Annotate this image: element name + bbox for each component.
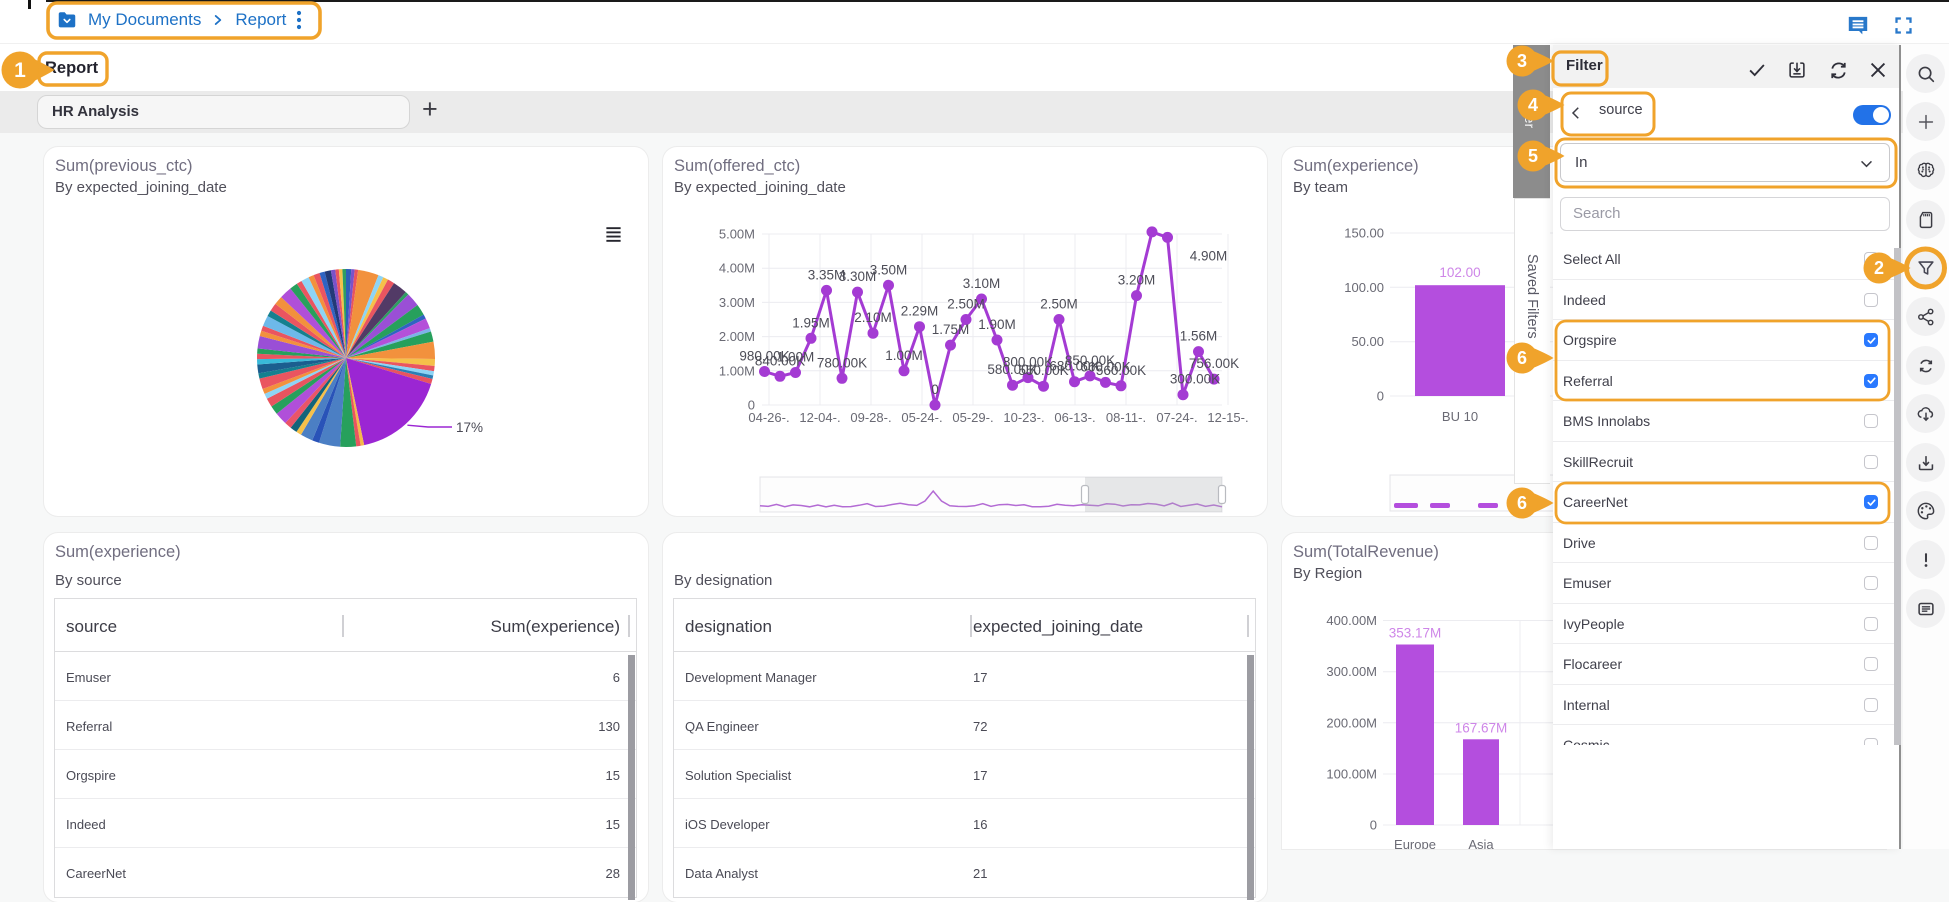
svg-text:200.00M: 200.00M [1326,715,1377,730]
svg-text:1.00M: 1.00M [719,363,755,378]
svg-text:5.00M: 5.00M [719,227,755,242]
svg-text:50.00: 50.00 [1351,334,1384,349]
svg-text:3.50M: 3.50M [870,262,908,277]
svg-text:2.29M: 2.29M [901,304,939,319]
svg-text:0: 0 [1377,389,1384,404]
svg-text:BU 10: BU 10 [1442,409,1478,424]
svg-text:1.75M: 1.75M [932,322,970,337]
svg-text:3.20M: 3.20M [1118,273,1156,288]
svg-text:04-26-.: 04-26-. [748,410,789,425]
svg-text:167.67M: 167.67M [1455,720,1508,735]
svg-text:2.50M: 2.50M [1040,297,1078,312]
svg-text:100.00M: 100.00M [1326,767,1377,782]
svg-text:08-11-.: 08-11-. [1106,410,1146,425]
svg-text:1.56M: 1.56M [1180,329,1218,344]
svg-text:05-24-.: 05-24-. [901,410,942,425]
svg-text:102.00: 102.00 [1439,265,1480,280]
svg-text:09-28-.: 09-28-. [850,410,891,425]
svg-text:4.90M: 4.90M [1190,248,1228,263]
svg-text:1.90M: 1.90M [978,317,1016,332]
svg-text:Asia: Asia [1468,837,1494,849]
svg-text:1.95M: 1.95M [792,315,830,330]
svg-text:150.00: 150.00 [1344,226,1384,241]
svg-text:07-24-.: 07-24-. [1156,410,1197,425]
svg-text:400.00M: 400.00M [1326,613,1377,628]
svg-text:0: 0 [1370,818,1377,833]
svg-text:10-23-.: 10-23-. [1003,410,1044,425]
svg-text:353.17M: 353.17M [1389,626,1442,641]
svg-text:12-15-.: 12-15-. [1207,410,1248,425]
svg-text:05-29-.: 05-29-. [952,410,993,425]
svg-text:2.50M: 2.50M [947,297,985,312]
svg-text:756.00K: 756.00K [1189,356,1239,371]
svg-text:780.00K: 780.00K [817,355,867,370]
svg-text:2.00M: 2.00M [719,329,755,344]
svg-text:100.00: 100.00 [1344,280,1384,295]
svg-text:1.00M: 1.00M [777,350,815,365]
svg-text:12-04-.: 12-04-. [799,410,840,425]
svg-text:300.00K: 300.00K [1170,372,1220,387]
svg-text:1.00M: 1.00M [885,348,923,363]
svg-text:560.00K: 560.00K [1096,363,1146,378]
svg-text:300.00M: 300.00M [1326,664,1377,679]
svg-text:3.10M: 3.10M [963,276,1001,291]
svg-text:06-13-.: 06-13-. [1054,410,1095,425]
svg-text:17%: 17% [456,420,483,435]
svg-text:2.10M: 2.10M [854,310,892,325]
svg-text:4.00M: 4.00M [719,261,755,276]
svg-text:Europe: Europe [1394,837,1436,849]
svg-text:0: 0 [931,382,939,397]
svg-text:3.00M: 3.00M [719,295,755,310]
